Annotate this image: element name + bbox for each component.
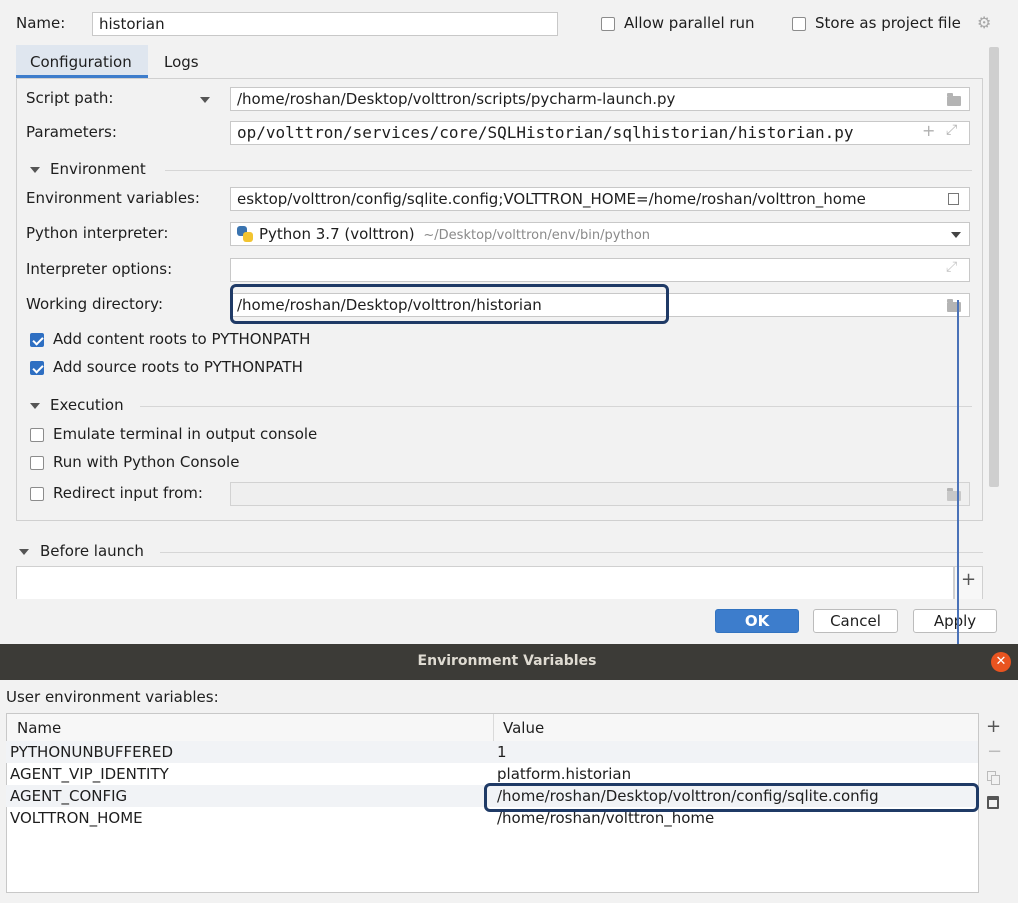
name-input[interactable]: historian [92,12,558,36]
before-launch-section-title: Before launch [40,542,144,560]
redirect-input-field [230,482,970,506]
var-value: platform.historian [497,765,632,783]
env-vars-label: Environment variables: [26,189,200,207]
paste-icon[interactable] [987,796,999,809]
name-label: Name: [16,14,66,32]
env-vars-dialog: Environment Variables ✕ User environment… [0,644,1018,903]
working-dir-label: Working directory: [26,295,164,313]
script-path-input[interactable]: /home/roshan/Desktop/volttron/scripts/py… [230,87,970,111]
annotation-arrow [957,300,959,648]
table-row[interactable]: PYTHONUNBUFFERED 1 [6,741,978,763]
environment-section-title: Environment [50,160,146,178]
source-roots-checkbox[interactable] [30,361,44,375]
agent-config-highlight [484,783,979,812]
content-roots-checkbox[interactable] [30,333,44,347]
dialog-title: Environment Variables [417,653,597,669]
expand-icon[interactable]: ⤢ [946,122,957,138]
chevron-down-icon[interactable] [951,232,961,238]
allow-parallel-checkbox[interactable] [601,17,615,31]
interpreter-options-input[interactable] [230,258,970,282]
environment-collapse-icon[interactable] [30,167,40,173]
table-header: Name Value [7,714,978,743]
python-icon [237,226,253,242]
plus-icon[interactable]: + [961,569,976,590]
plus-icon[interactable]: + [922,121,935,140]
vertical-scrollbar[interactable] [989,47,999,487]
working-dir-highlight [230,284,669,324]
interpreter-select[interactable]: Python 3.7 (volttron) ~/Desktop/volttron… [230,222,970,246]
tab-logs[interactable]: Logs [150,45,210,78]
python-console-checkbox[interactable] [30,456,44,470]
store-project-checkbox[interactable] [792,17,806,31]
execution-section-title: Execution [50,396,124,414]
before-launch-list[interactable] [16,566,954,599]
parameters-label: Parameters: [26,123,117,141]
content-roots-label: Add content roots to PYTHONPATH [53,330,311,348]
var-name: VOLTTRON_HOME [10,809,143,827]
minus-icon[interactable]: − [987,741,1002,762]
ok-button[interactable]: OK [715,609,799,633]
close-icon[interactable]: ✕ [991,652,1011,672]
user-vars-label: User environment variables: [6,688,219,706]
column-header-name[interactable]: Name [17,719,61,737]
dialog-titlebar[interactable]: Environment Variables ✕ [0,644,1018,680]
redirect-input-label: Redirect input from: [53,484,203,502]
folder-icon[interactable] [947,93,961,106]
execution-divider [140,406,972,407]
run-configuration-window: Name: historian Allow parallel run Store… [0,0,1018,643]
redirect-input-checkbox[interactable] [30,487,44,501]
parameters-input[interactable]: op/volttron/services/core/SQLHistorian/s… [230,121,970,145]
store-project-label: Store as project file [815,14,961,32]
source-roots-label: Add source roots to PYTHONPATH [53,358,303,376]
tab-configuration-label: Configuration [30,53,132,71]
edit-env-vars-icon[interactable] [948,193,959,205]
before-launch-collapse-icon[interactable] [19,549,29,555]
plus-icon[interactable]: + [986,716,1001,737]
cancel-button[interactable]: Cancel [813,609,898,633]
interpreter-name: Python 3.7 (volttron) [259,225,415,243]
tab-logs-label: Logs [164,53,199,71]
expand-icon[interactable]: ⤢ [946,259,957,275]
apply-button[interactable]: Apply [913,609,997,633]
copy-icon[interactable] [987,771,1001,785]
table-row[interactable]: AGENT_VIP_IDENTITY platform.historian [6,763,978,785]
var-value: 1 [497,743,507,761]
var-name: AGENT_VIP_IDENTITY [10,765,169,783]
tab-configuration[interactable]: Configuration [16,45,148,78]
allow-parallel-label: Allow parallel run [624,14,755,32]
gear-icon[interactable]: ⚙ [977,13,991,32]
chevron-down-icon[interactable] [200,97,210,103]
var-name: PYTHONUNBUFFERED [10,743,174,761]
script-path-label: Script path: [26,89,114,107]
var-name: AGENT_CONFIG [10,787,128,805]
emulate-terminal-label: Emulate terminal in output console [53,425,318,443]
environment-divider [165,170,972,171]
column-separator[interactable] [493,714,494,742]
execution-collapse-icon[interactable] [30,403,40,409]
python-console-label: Run with Python Console [53,453,240,471]
before-launch-divider [160,552,983,553]
interpreter-path: ~/Desktop/volttron/env/bin/python [423,228,651,243]
interpreter-label: Python interpreter: [26,224,169,242]
emulate-terminal-checkbox[interactable] [30,428,44,442]
env-vars-input[interactable]: esktop/volttron/config/sqlite.config;VOL… [230,187,970,211]
column-header-value[interactable]: Value [503,719,544,737]
interpreter-options-label: Interpreter options: [26,260,173,278]
